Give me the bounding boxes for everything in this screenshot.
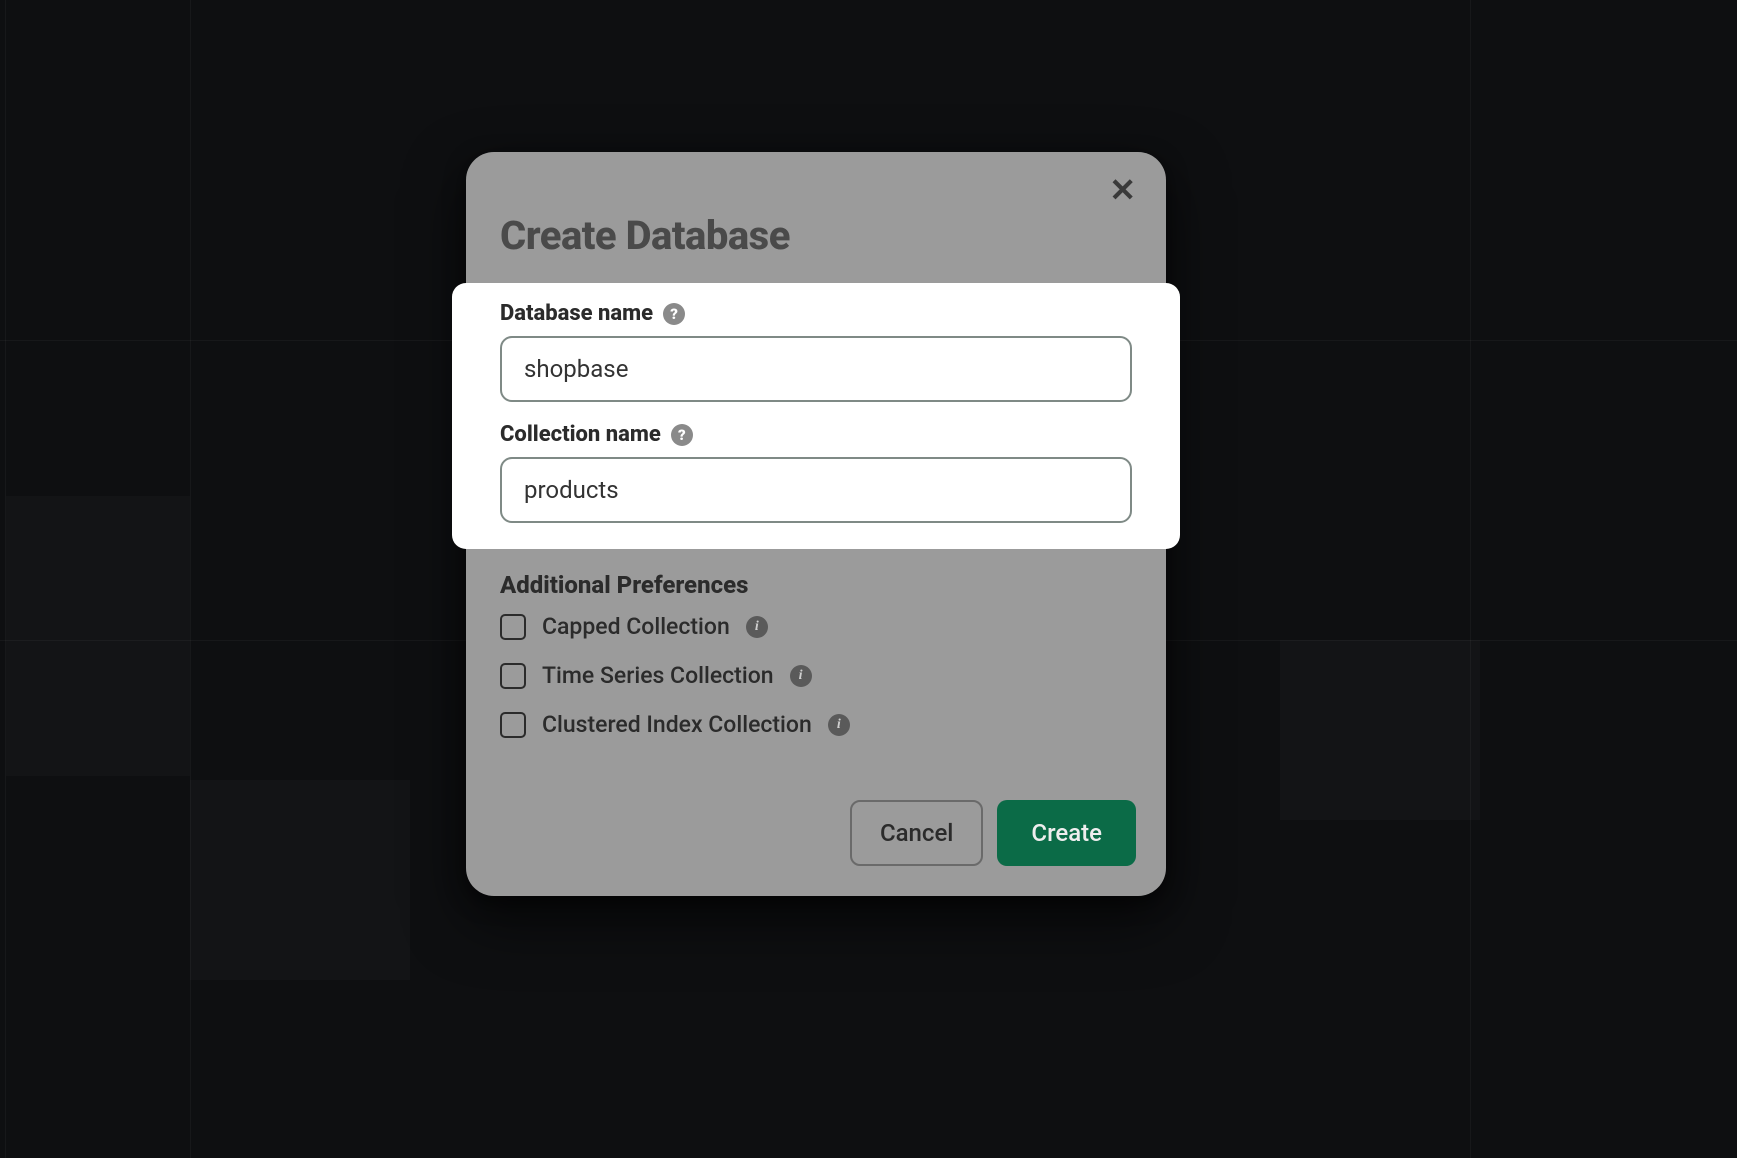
- modal-footer: Cancel Create: [466, 760, 1166, 866]
- database-name-input[interactable]: [500, 336, 1132, 402]
- modal-title: Create Database: [466, 172, 1166, 283]
- info-icon[interactable]: i: [746, 616, 768, 638]
- database-name-label: Database name: [500, 301, 653, 326]
- create-database-modal: ✕ Create Database Database name ? Collec…: [466, 152, 1166, 896]
- help-icon[interactable]: ?: [663, 303, 685, 325]
- form-highlight-area: Database name ? Collection name ?: [452, 283, 1180, 549]
- database-name-group: Database name ?: [500, 301, 1132, 402]
- collection-name-label: Collection name: [500, 422, 661, 447]
- capped-collection-label: Capped Collection: [542, 613, 730, 640]
- clustered-index-label: Clustered Index Collection: [542, 711, 812, 738]
- help-icon[interactable]: ?: [671, 424, 693, 446]
- pref-row-timeseries: Time Series Collection i: [500, 662, 1132, 689]
- info-icon[interactable]: i: [790, 665, 812, 687]
- capped-collection-checkbox[interactable]: [500, 614, 526, 640]
- time-series-label: Time Series Collection: [542, 662, 774, 689]
- preferences-title: Additional Preferences: [500, 571, 1132, 599]
- close-icon[interactable]: ✕: [1109, 174, 1136, 206]
- pref-row-capped: Capped Collection i: [500, 613, 1132, 640]
- cancel-button[interactable]: Cancel: [850, 800, 983, 866]
- time-series-checkbox[interactable]: [500, 663, 526, 689]
- collection-name-input[interactable]: [500, 457, 1132, 523]
- pref-row-clustered: Clustered Index Collection i: [500, 711, 1132, 738]
- clustered-index-checkbox[interactable]: [500, 712, 526, 738]
- create-button[interactable]: Create: [997, 800, 1136, 866]
- additional-preferences: Additional Preferences Capped Collection…: [466, 549, 1166, 738]
- collection-name-group: Collection name ?: [500, 422, 1132, 523]
- info-icon[interactable]: i: [828, 714, 850, 736]
